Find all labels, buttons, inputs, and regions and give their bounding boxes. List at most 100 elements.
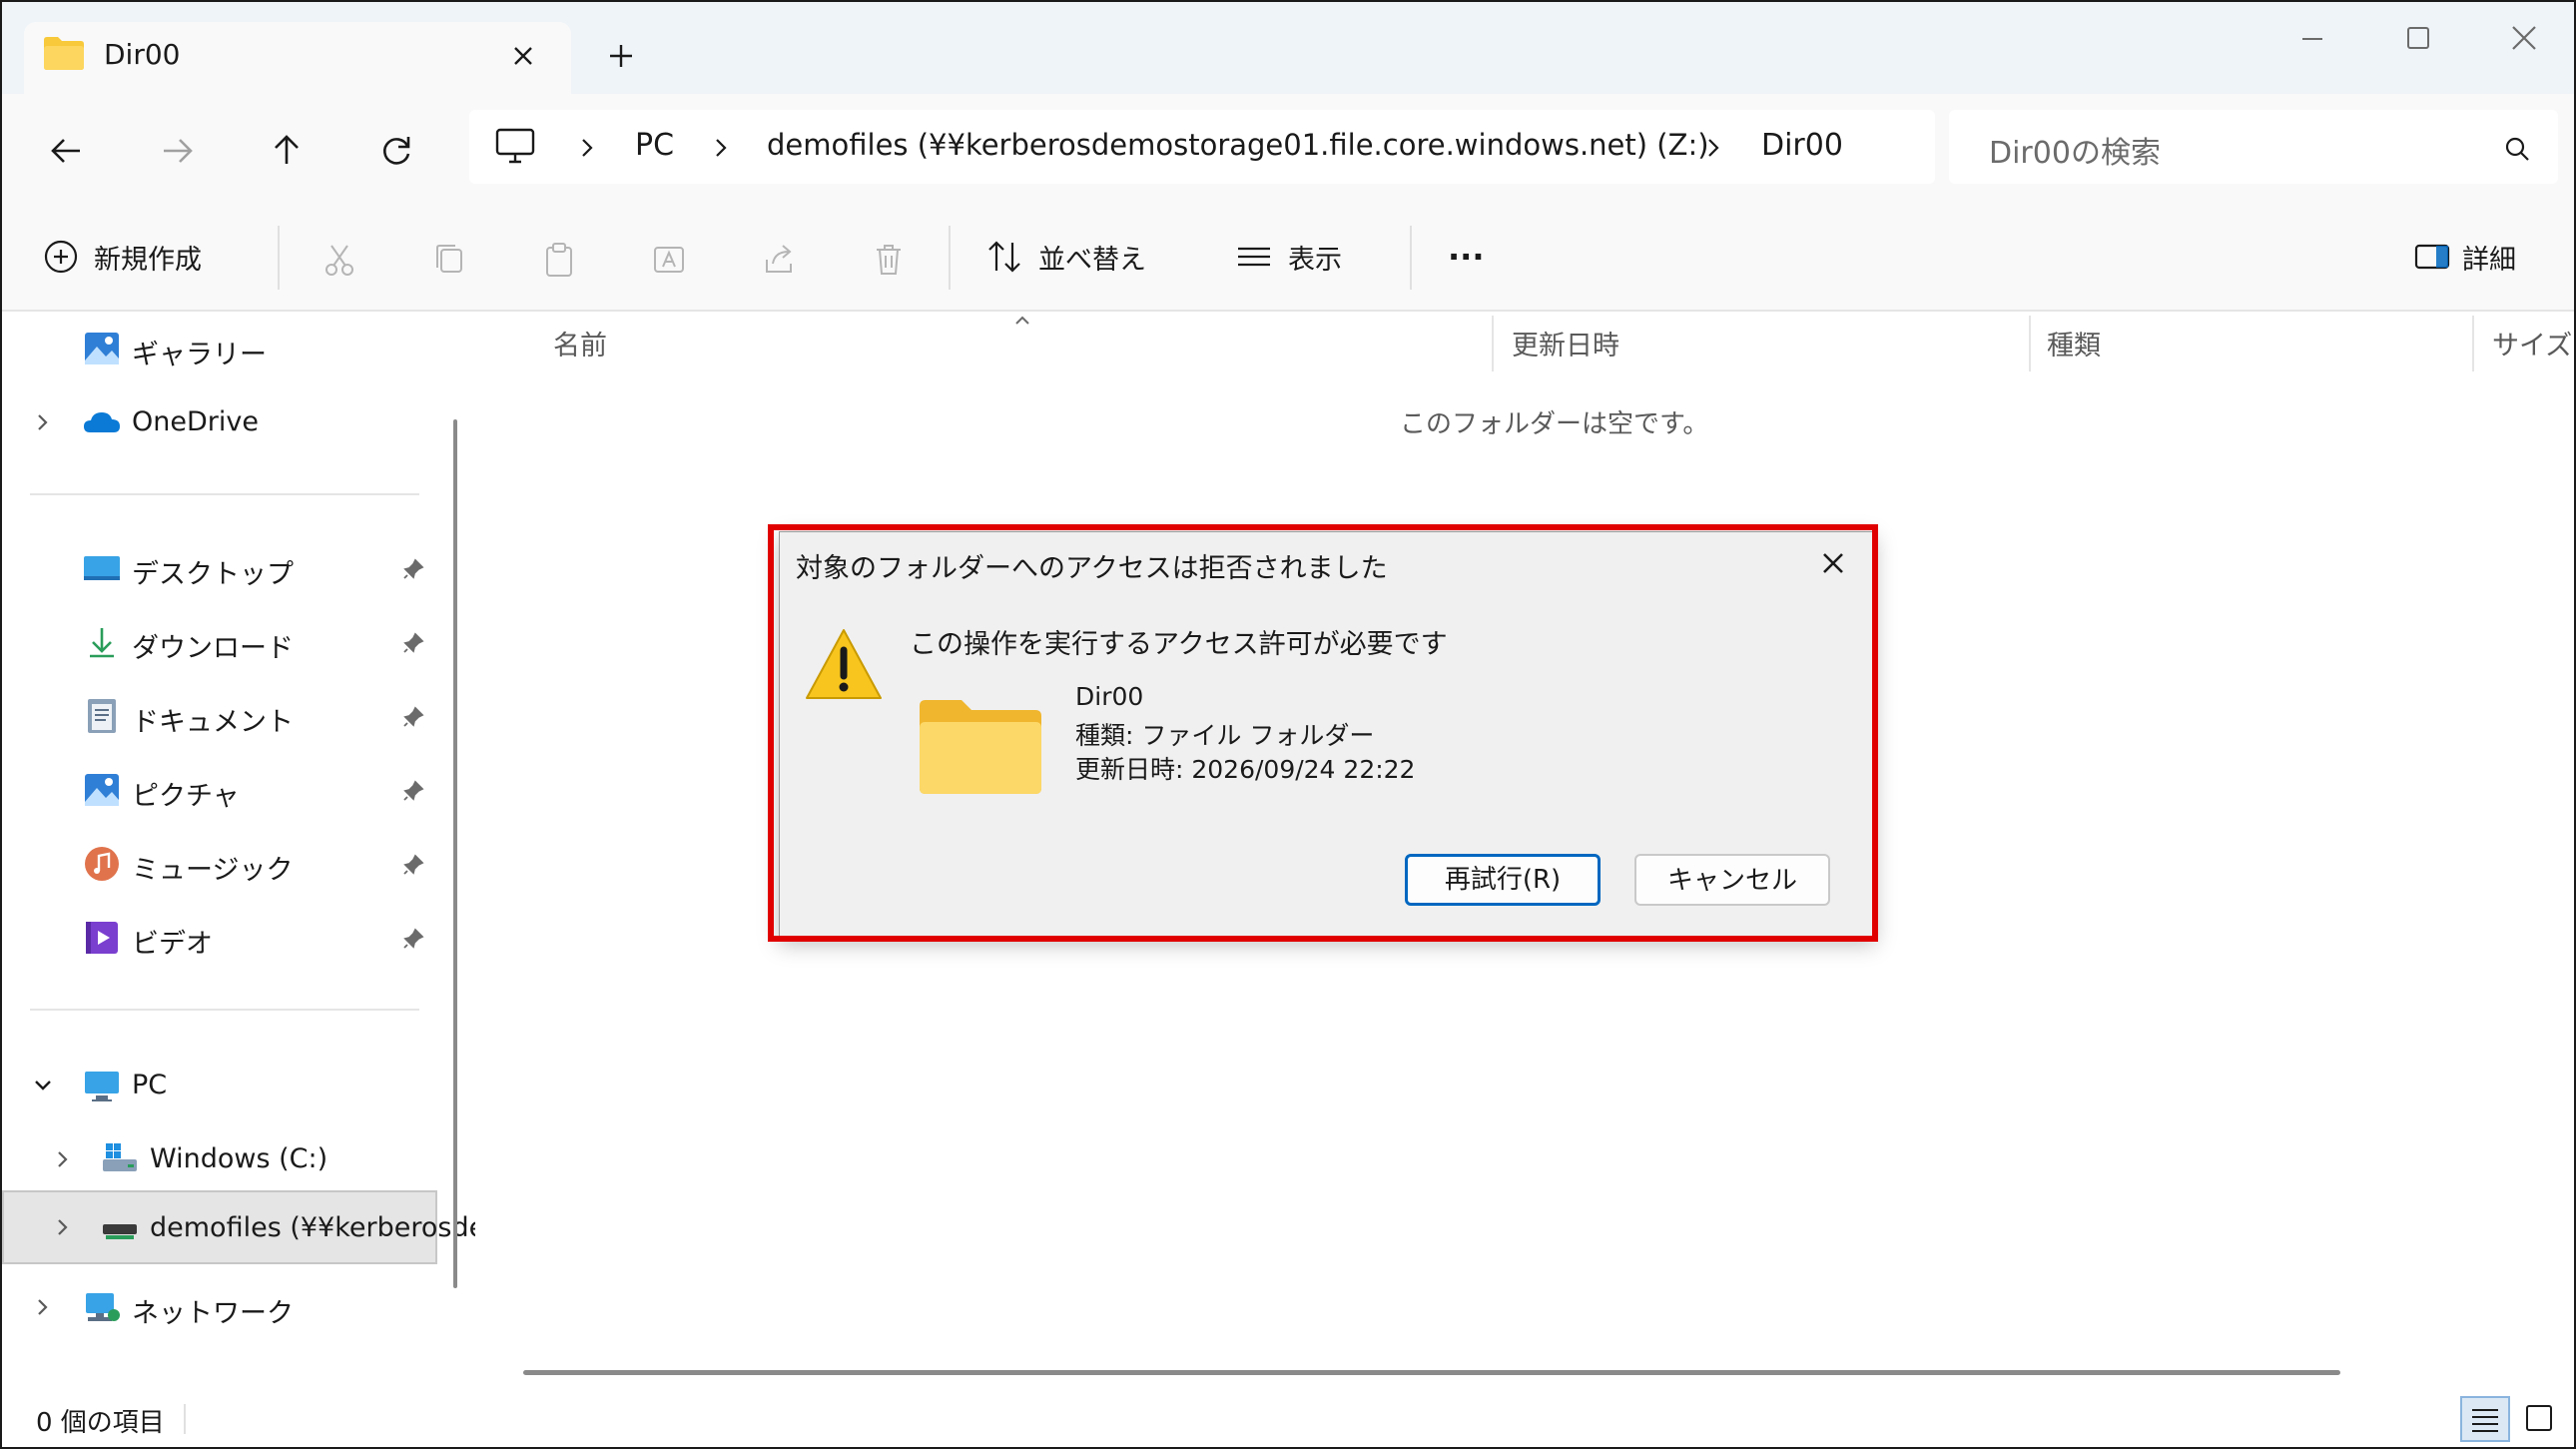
sidebar-item-music[interactable]: ミュージック bbox=[2, 831, 437, 897]
search-box[interactable]: Dir00の検索 bbox=[1949, 110, 2558, 184]
sidebar-item-label: PC bbox=[132, 1070, 168, 1100]
column-header-size[interactable]: サイズ bbox=[2492, 324, 2572, 362]
share-icon[interactable] bbox=[759, 240, 799, 280]
close-window-icon[interactable] bbox=[2494, 16, 2554, 66]
column-divider[interactable] bbox=[1492, 316, 1494, 371]
paste-icon[interactable] bbox=[539, 240, 579, 280]
empty-folder-message: このフォルダーは空です。 bbox=[1400, 409, 1709, 439]
tab-title: Dir00 bbox=[104, 38, 181, 71]
video-icon bbox=[82, 918, 122, 958]
sidebar-item-onedrive[interactable]: OneDrive bbox=[2, 389, 437, 455]
sidebar-item-desktop[interactable]: デスクトップ bbox=[2, 535, 437, 601]
command-bar: 新規作成 並べ替え 表示 ··· 詳細 bbox=[2, 204, 2574, 312]
column-divider[interactable] bbox=[2029, 316, 2031, 371]
cut-icon[interactable] bbox=[320, 240, 359, 280]
sort-button[interactable]: 並べ替え bbox=[984, 232, 1146, 282]
search-icon bbox=[2502, 134, 2532, 164]
sidebar-item-videos[interactable]: ビデオ bbox=[2, 905, 437, 971]
rename-icon[interactable] bbox=[649, 240, 689, 280]
sidebar-item-label: ネットワーク bbox=[132, 1298, 294, 1329]
pin-icon[interactable] bbox=[401, 631, 425, 655]
breadcrumb-pc[interactable]: PC bbox=[635, 128, 674, 163]
details-label: 詳細 bbox=[2462, 244, 2516, 276]
download-icon bbox=[82, 622, 122, 662]
sidebar-item-label: ミュージック bbox=[132, 855, 294, 886]
delete-icon[interactable] bbox=[869, 240, 909, 280]
sidebar-item-pictures[interactable]: ピクチャ bbox=[2, 757, 437, 823]
sidebar-item-label: demofiles (¥¥kerberosde bbox=[150, 1212, 486, 1243]
document-icon bbox=[82, 696, 122, 736]
more-button[interactable]: ··· bbox=[1448, 232, 1484, 282]
chevron-down-icon[interactable] bbox=[32, 1073, 54, 1098]
tab-close-icon[interactable] bbox=[503, 36, 543, 76]
windows-drive-icon bbox=[100, 1139, 140, 1179]
sidebar-item-documents[interactable]: ドキュメント bbox=[2, 683, 437, 749]
chevron-right-icon[interactable] bbox=[32, 409, 54, 435]
folder-icon bbox=[42, 34, 86, 72]
horizontal-scrollbar[interactable] bbox=[523, 1370, 2340, 1375]
sidebar-item-downloads[interactable]: ダウンロード bbox=[2, 609, 437, 675]
sidebar-item-label: Windows (C:) bbox=[150, 1143, 328, 1174]
sidebar-item-network[interactable]: ネットワーク bbox=[2, 1274, 437, 1340]
back-arrow-icon[interactable] bbox=[42, 126, 92, 176]
breadcrumb-demofiles[interactable]: demofiles (¥¥kerberosdemostorage01.file.… bbox=[767, 128, 1709, 162]
refresh-icon[interactable] bbox=[371, 126, 421, 176]
network-drive-icon bbox=[100, 1208, 140, 1248]
chevron-right-icon bbox=[1701, 134, 1725, 162]
sidebar-scrollbar[interactable] bbox=[453, 419, 457, 1288]
details-pane-icon bbox=[2412, 237, 2452, 277]
column-header-name[interactable]: 名前 bbox=[553, 324, 607, 362]
divider bbox=[30, 493, 419, 495]
sidebar-item-label: ギャラリー bbox=[132, 340, 267, 370]
sidebar-item-windows-c[interactable]: Windows (C:) bbox=[2, 1126, 437, 1192]
column-header-modified[interactable]: 更新日時 bbox=[1512, 324, 1619, 362]
computer-icon bbox=[493, 126, 537, 168]
sidebar-item-gallery[interactable]: ギャラリー bbox=[2, 316, 437, 381]
copy-icon[interactable] bbox=[429, 240, 469, 280]
chevron-right-icon[interactable] bbox=[52, 1146, 74, 1172]
highlight-annotation-frame bbox=[768, 524, 1878, 942]
navigation-pane: ギャラリー OneDrive デスクトップ ダウンロード ドキュメント ピクチャ… bbox=[2, 312, 485, 1392]
column-divider[interactable] bbox=[2472, 316, 2474, 371]
pin-icon[interactable] bbox=[401, 705, 425, 729]
sidebar-item-label: ビデオ bbox=[132, 929, 213, 960]
chevron-right-icon[interactable] bbox=[52, 1214, 74, 1240]
chevron-right-icon bbox=[709, 134, 733, 162]
desktop-icon bbox=[82, 548, 122, 588]
maximize-icon[interactable] bbox=[2388, 16, 2448, 66]
music-icon bbox=[82, 844, 122, 884]
details-view-icon[interactable] bbox=[2460, 1396, 2510, 1442]
network-icon bbox=[82, 1287, 122, 1327]
sort-arrows-icon bbox=[984, 237, 1024, 277]
pin-icon[interactable] bbox=[401, 557, 425, 581]
status-bar: 0 個の項目 bbox=[2, 1392, 2574, 1447]
gallery-icon bbox=[82, 329, 122, 368]
new-tab-icon[interactable] bbox=[601, 36, 641, 76]
breadcrumb-dir00[interactable]: Dir00 bbox=[1761, 128, 1843, 163]
forward-arrow-icon[interactable] bbox=[152, 126, 202, 176]
plus-circle-icon bbox=[42, 238, 80, 276]
details-button[interactable]: 詳細 bbox=[2412, 232, 2516, 282]
tab-dir00[interactable]: Dir00 bbox=[24, 22, 571, 94]
column-header-type[interactable]: 種類 bbox=[2047, 324, 2101, 362]
new-label: 新規作成 bbox=[94, 244, 202, 276]
chevron-right-icon[interactable] bbox=[32, 1294, 54, 1320]
address-bar[interactable]: PC demofiles (¥¥kerberosdemostorage01.fi… bbox=[469, 110, 1935, 184]
divider bbox=[30, 1009, 419, 1011]
chevron-right-icon bbox=[575, 134, 599, 162]
large-icons-view-icon[interactable] bbox=[2514, 1396, 2564, 1442]
view-button[interactable]: 表示 bbox=[1234, 232, 1342, 282]
sidebar-item-demofiles[interactable]: demofiles (¥¥kerberosde bbox=[2, 1190, 485, 1264]
up-arrow-icon[interactable] bbox=[262, 126, 312, 176]
pc-icon bbox=[82, 1066, 122, 1105]
navigation-bar: PC demofiles (¥¥kerberosdemostorage01.fi… bbox=[2, 94, 2574, 204]
pin-icon[interactable] bbox=[401, 779, 425, 803]
sidebar-item-label: ピクチャ bbox=[132, 781, 240, 812]
pin-icon[interactable] bbox=[401, 853, 425, 877]
more-label: ··· bbox=[1448, 238, 1485, 276]
onedrive-icon bbox=[82, 402, 122, 442]
pin-icon[interactable] bbox=[401, 927, 425, 951]
sidebar-item-pc[interactable]: PC bbox=[2, 1053, 437, 1118]
new-button[interactable]: 新規作成 bbox=[42, 232, 202, 282]
minimize-icon[interactable] bbox=[2282, 16, 2342, 66]
